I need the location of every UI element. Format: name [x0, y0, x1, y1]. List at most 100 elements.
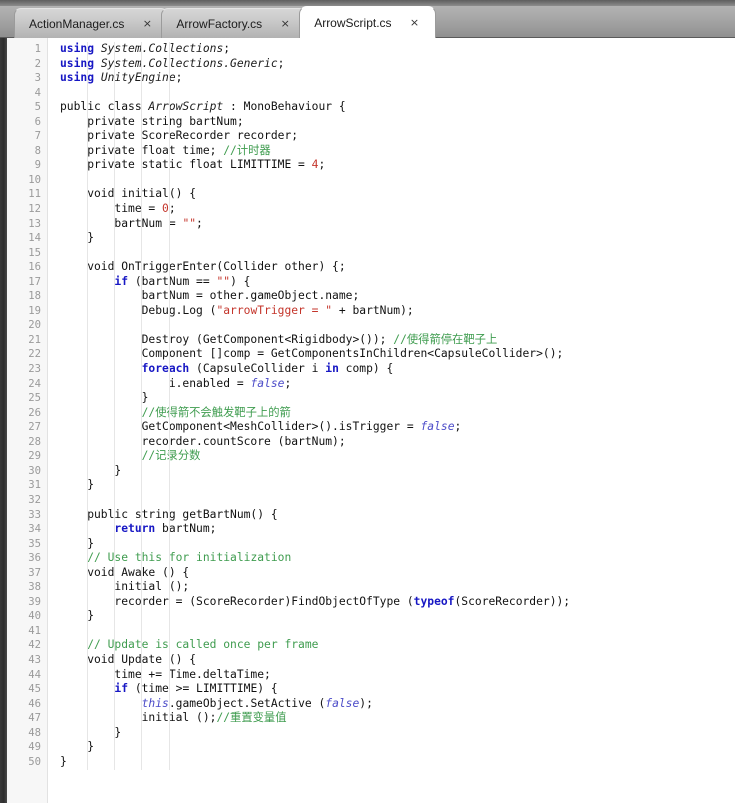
code-line[interactable]: GetComponent<MeshCollider>().isTrigger =… — [60, 420, 735, 435]
code-line[interactable] — [60, 246, 735, 261]
indent-guide — [87, 42, 89, 770]
indent-guide — [141, 42, 143, 770]
code-editor[interactable]: 1 2 3 4 5 6 7 8 9 10 11 12 13 14 15 16 17 18 19 20 21 22 23 24 2… — [0, 38, 735, 803]
code-line[interactable]: } — [60, 755, 735, 770]
tab-arrowscript-cs[interactable]: ArrowScript.cs × — [299, 6, 436, 38]
code-token: } — [60, 725, 122, 739]
code-line[interactable]: } — [60, 231, 735, 246]
code-line[interactable] — [60, 173, 735, 188]
code-line[interactable]: Destroy (GetComponent<Rigidbody>()); //使… — [60, 333, 735, 348]
code-line[interactable]: // Use this for initialization — [60, 551, 735, 566]
line-number: 42 — [28, 639, 41, 652]
code-token: } — [60, 478, 95, 492]
close-icon[interactable]: × — [278, 17, 292, 31]
code-line[interactable]: void Awake () { — [60, 566, 735, 581]
code-token: Destroy (GetComponent<Rigidbody>()); — [60, 332, 394, 346]
code-line[interactable]: using System.Collections; — [60, 42, 735, 57]
code-token: } — [60, 463, 122, 477]
code-line[interactable]: time += Time.deltaTime; — [60, 668, 735, 683]
code-token: typeof — [413, 594, 455, 608]
code-token: false — [250, 376, 285, 390]
line-number: 1 — [34, 43, 41, 55]
close-icon[interactable]: × — [140, 17, 154, 31]
tab-actionmanager-cs[interactable]: ActionManager.cs × — [14, 8, 169, 38]
code-line[interactable]: public class ArrowScript : MonoBehaviour… — [60, 100, 735, 115]
close-icon[interactable]: × — [408, 16, 422, 30]
code-token: recorder.countScore (bartNum); — [60, 434, 346, 448]
code-line[interactable]: recorder.countScore (bartNum); — [60, 435, 735, 450]
code-line[interactable]: recorder = (ScoreRecorder)FindObjectOfTy… — [60, 595, 735, 610]
code-line[interactable]: private ScoreRecorder recorder; — [60, 129, 735, 144]
line-number: 21 — [28, 333, 41, 346]
code-line[interactable]: } — [60, 391, 735, 406]
code-line[interactable] — [60, 493, 735, 508]
code-line[interactable]: initial ();//重置变量值 — [60, 711, 735, 726]
code-line[interactable] — [60, 624, 735, 639]
code-token: bartNum = — [60, 216, 183, 230]
code-line[interactable]: private static float LIMITTIME = 4; — [60, 158, 735, 173]
code-line[interactable]: //使得箭不会触发靶子上的箭 — [60, 406, 735, 421]
code-token: } — [60, 754, 67, 768]
code-line[interactable]: using System.Collections.Generic; — [60, 57, 735, 72]
code-text-area[interactable]: using System.Collections; using System.Co… — [48, 38, 735, 803]
code-token: using — [60, 56, 95, 70]
code-line[interactable]: //记录分数 — [60, 449, 735, 464]
line-number: 48 — [28, 726, 41, 739]
code-line[interactable]: bartNum = ""; — [60, 217, 735, 232]
code-line[interactable]: if (bartNum == "") { — [60, 275, 735, 290]
code-line[interactable]: private string bartNum; — [60, 115, 735, 130]
tab-strip: ActionManager.cs × ArrowFactory.cs × ArrowSc… — [14, 6, 436, 38]
code-token: i.enabled = — [60, 376, 251, 390]
code-token: System.Collections.Generic — [100, 56, 278, 70]
code-line[interactable]: time = 0; — [60, 202, 735, 217]
code-token: initial (); — [60, 711, 217, 725]
code-token: using — [60, 42, 95, 55]
line-number: 50 — [28, 755, 41, 768]
code-line[interactable]: } — [60, 478, 735, 493]
code-token: ArrowScript — [148, 100, 224, 114]
code-line[interactable]: } — [60, 740, 735, 755]
code-line[interactable] — [60, 86, 735, 101]
code-token: "" — [216, 274, 231, 288]
code-line[interactable]: // Update is called once per frame — [60, 638, 735, 653]
code-token: //使得箭停在靶子上 — [393, 332, 498, 346]
code-line[interactable]: return bartNum; — [60, 522, 735, 537]
code-token: (CapsuleCollider i — [189, 362, 326, 376]
line-number: 5 — [34, 101, 41, 114]
code-line[interactable]: Debug.Log ("arrowTrigger = " + bartNum); — [60, 304, 735, 319]
code-token: private ScoreRecorder recorder; — [60, 129, 299, 143]
code-line[interactable]: void Update () { — [60, 653, 735, 668]
line-number-gutter[interactable]: 1 2 3 4 5 6 7 8 9 10 11 12 13 14 15 16 17 18 19 20 21 22 23 24 2… — [7, 38, 48, 803]
code-line[interactable]: private float time; //计时器 — [60, 144, 735, 159]
code-line[interactable]: void initial() { — [60, 187, 735, 202]
line-number: 12 — [28, 203, 41, 216]
code-token: //重置变量值 — [216, 711, 287, 725]
code-line[interactable]: this.gameObject.SetActive (false); — [60, 697, 735, 712]
code-line[interactable]: } — [60, 537, 735, 552]
line-number: 17 — [28, 275, 41, 288]
code-line[interactable]: Component []comp = GetComponentsInChildr… — [60, 347, 735, 362]
line-number: 33 — [28, 508, 41, 521]
code-line[interactable]: i.enabled = false; — [60, 377, 735, 392]
tab-label: ActionManager.cs — [29, 16, 125, 31]
line-number: 18 — [28, 290, 41, 303]
code-line[interactable]: bartNum = other.gameObject.name; — [60, 289, 735, 304]
tab-arrowfactory-cs[interactable]: ArrowFactory.cs × — [161, 8, 307, 38]
code-line[interactable]: initial (); — [60, 580, 735, 595]
code-line[interactable] — [60, 318, 735, 333]
code-line[interactable]: foreach (CapsuleCollider i in comp) { — [60, 362, 735, 377]
line-number: 45 — [28, 683, 41, 696]
code-token: // Use this for initialization — [87, 551, 292, 565]
code-token: Debug.Log ( — [60, 303, 217, 317]
code-line[interactable]: if (time >= LIMITTIME) { — [60, 682, 735, 697]
code-line[interactable]: } — [60, 609, 735, 624]
code-line[interactable]: using UnityEngine; — [60, 71, 735, 86]
code-line[interactable]: } — [60, 726, 735, 741]
code-line[interactable]: void OnTriggerEnter(Collider other) {; — [60, 260, 735, 275]
code-line[interactable]: } — [60, 464, 735, 479]
code-line[interactable]: public string getBartNum() { — [60, 508, 735, 523]
